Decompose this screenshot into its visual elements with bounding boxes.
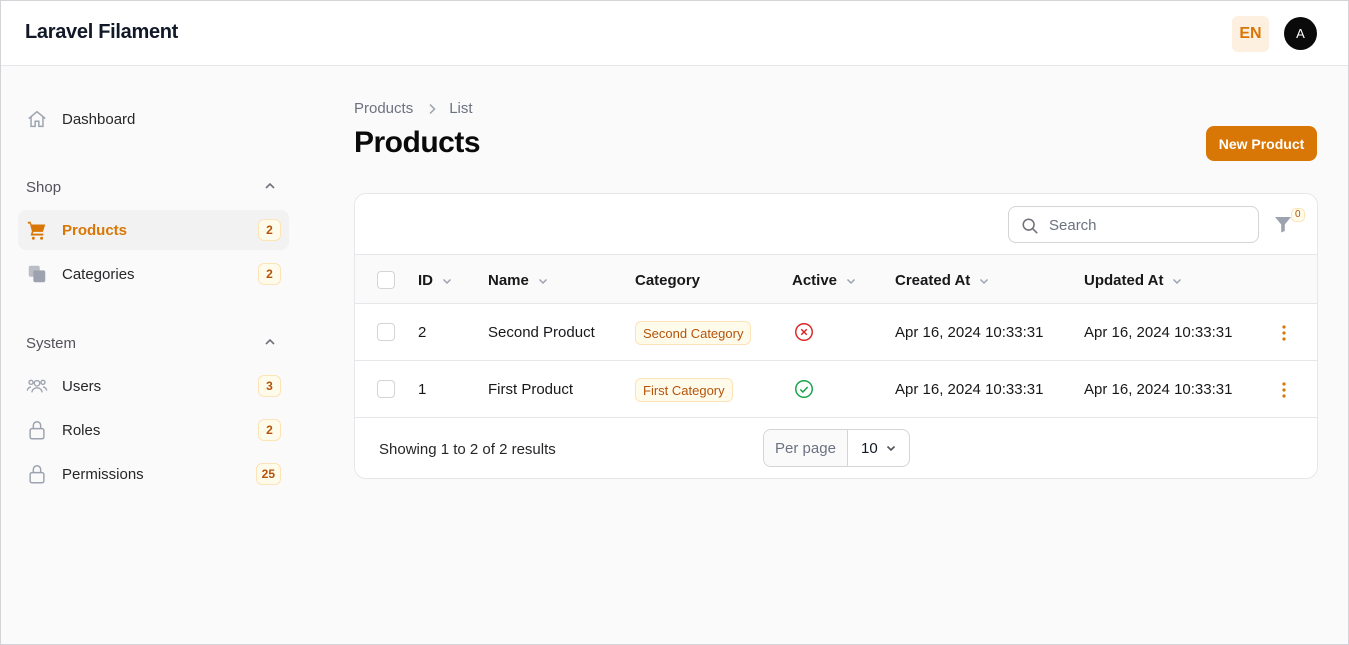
- search-input[interactable]: [1049, 215, 1249, 235]
- category-badge: First Category: [635, 378, 733, 402]
- per-page-value: 10: [861, 440, 878, 457]
- chevron-right-icon: [429, 103, 436, 114]
- chevron-down-icon: [886, 445, 896, 452]
- sidebar-item-label: Categories: [62, 265, 135, 283]
- breadcrumb: Products List: [354, 100, 473, 117]
- brand-logo[interactable]: Laravel Filament: [25, 21, 178, 44]
- column-header-active[interactable]: Active: [792, 272, 857, 289]
- sidebar-item-categories[interactable]: Categories 2: [18, 254, 289, 294]
- filter-count-badge: 0: [1291, 208, 1305, 222]
- filter-icon[interactable]: [1273, 214, 1293, 234]
- chevron-up-icon[interactable]: [263, 179, 277, 193]
- sidebar-item-users[interactable]: Users 3: [18, 366, 289, 406]
- cell-name: First Product: [488, 381, 574, 398]
- sidebar-item-label: Users: [62, 377, 102, 395]
- cell-name: Second Product: [488, 324, 595, 341]
- nav-group-system: System: [26, 335, 77, 352]
- count-badge: 3: [258, 375, 281, 397]
- breadcrumb-item-list[interactable]: List: [449, 100, 472, 117]
- count-badge: 2: [258, 263, 281, 285]
- column-header-category: Category: [635, 272, 701, 289]
- chevron-down-icon: [847, 278, 856, 284]
- column-header-updated-at[interactable]: Updated At: [1084, 272, 1183, 289]
- table-row[interactable]: 2 Second Product Second Category Apr 16,…: [355, 304, 1317, 361]
- count-badge: 2: [258, 419, 281, 441]
- new-product-button[interactable]: New Product: [1206, 126, 1317, 161]
- table-row[interactable]: 1 First Product First Category Apr 16, 2…: [355, 361, 1317, 418]
- chevron-down-icon: [442, 278, 452, 284]
- breadcrumb-item-products[interactable]: Products: [354, 100, 413, 117]
- topbar: Laravel Filament EN A: [1, 1, 1348, 66]
- chevron-down-icon: [980, 278, 989, 284]
- sidebar-item-label: Products: [62, 221, 128, 239]
- page-title: Products: [354, 126, 481, 159]
- table-card: 0 ID Name Category Active Created At Upd…: [354, 193, 1318, 479]
- stack-icon: [28, 265, 46, 283]
- search-icon: [1022, 218, 1038, 234]
- select-all-checkbox[interactable]: [377, 271, 395, 289]
- per-page-label: Per page: [764, 430, 848, 466]
- cell-updated-at: Apr 16, 2024 10:33:31: [1084, 324, 1233, 341]
- x-circle-icon: [795, 323, 813, 341]
- home-icon: [28, 110, 46, 128]
- count-badge: 2: [258, 219, 281, 241]
- cell-updated-at: Apr 16, 2024 10:33:31: [1084, 381, 1233, 398]
- sidebar-item-dashboard[interactable]: Dashboard: [18, 99, 289, 139]
- search-box[interactable]: [1008, 206, 1259, 243]
- nav-group-shop: Shop: [26, 179, 62, 196]
- cell-id: 2: [418, 324, 427, 341]
- check-circle-icon: [795, 380, 813, 398]
- more-vertical-icon[interactable]: [1275, 324, 1293, 342]
- category-badge: Second Category: [635, 321, 752, 345]
- users-icon: [26, 379, 48, 393]
- count-badge: 25: [255, 463, 281, 485]
- lock-icon: [29, 421, 45, 440]
- row-checkbox[interactable]: [377, 380, 395, 398]
- column-header-created-at[interactable]: Created At: [895, 272, 990, 289]
- lock-icon: [29, 465, 45, 484]
- sidebar-item-label: Permissions: [62, 465, 144, 483]
- column-header-id[interactable]: ID: [418, 272, 453, 289]
- row-checkbox[interactable]: [377, 323, 395, 341]
- shopping-cart-icon: [27, 221, 46, 240]
- per-page-select[interactable]: Per page 10: [763, 429, 910, 467]
- sidebar-item-label: Dashboard: [62, 110, 136, 128]
- chevron-down-icon: [538, 278, 547, 284]
- chevron-up-icon[interactable]: [263, 335, 277, 349]
- sidebar-item-roles[interactable]: Roles 2: [18, 410, 289, 450]
- cell-created-at: Apr 16, 2024 10:33:31: [895, 324, 1044, 341]
- sidebar-item-permissions[interactable]: Permissions 25: [18, 454, 289, 494]
- column-header-name[interactable]: Name: [488, 272, 549, 289]
- table-header: ID Name Category Active Created At Updat…: [355, 254, 1317, 304]
- pagination-summary: Showing 1 to 2 of 2 results: [379, 441, 556, 458]
- cell-created-at: Apr 16, 2024 10:33:31: [895, 381, 1044, 398]
- user-avatar[interactable]: A: [1284, 17, 1317, 50]
- language-switcher[interactable]: EN: [1232, 16, 1269, 52]
- sidebar-item-products[interactable]: Products 2: [18, 210, 289, 250]
- cell-id: 1: [418, 381, 427, 398]
- more-vertical-icon[interactable]: [1275, 381, 1293, 399]
- chevron-down-icon: [1173, 278, 1182, 284]
- sidebar-item-label: Roles: [62, 421, 101, 439]
